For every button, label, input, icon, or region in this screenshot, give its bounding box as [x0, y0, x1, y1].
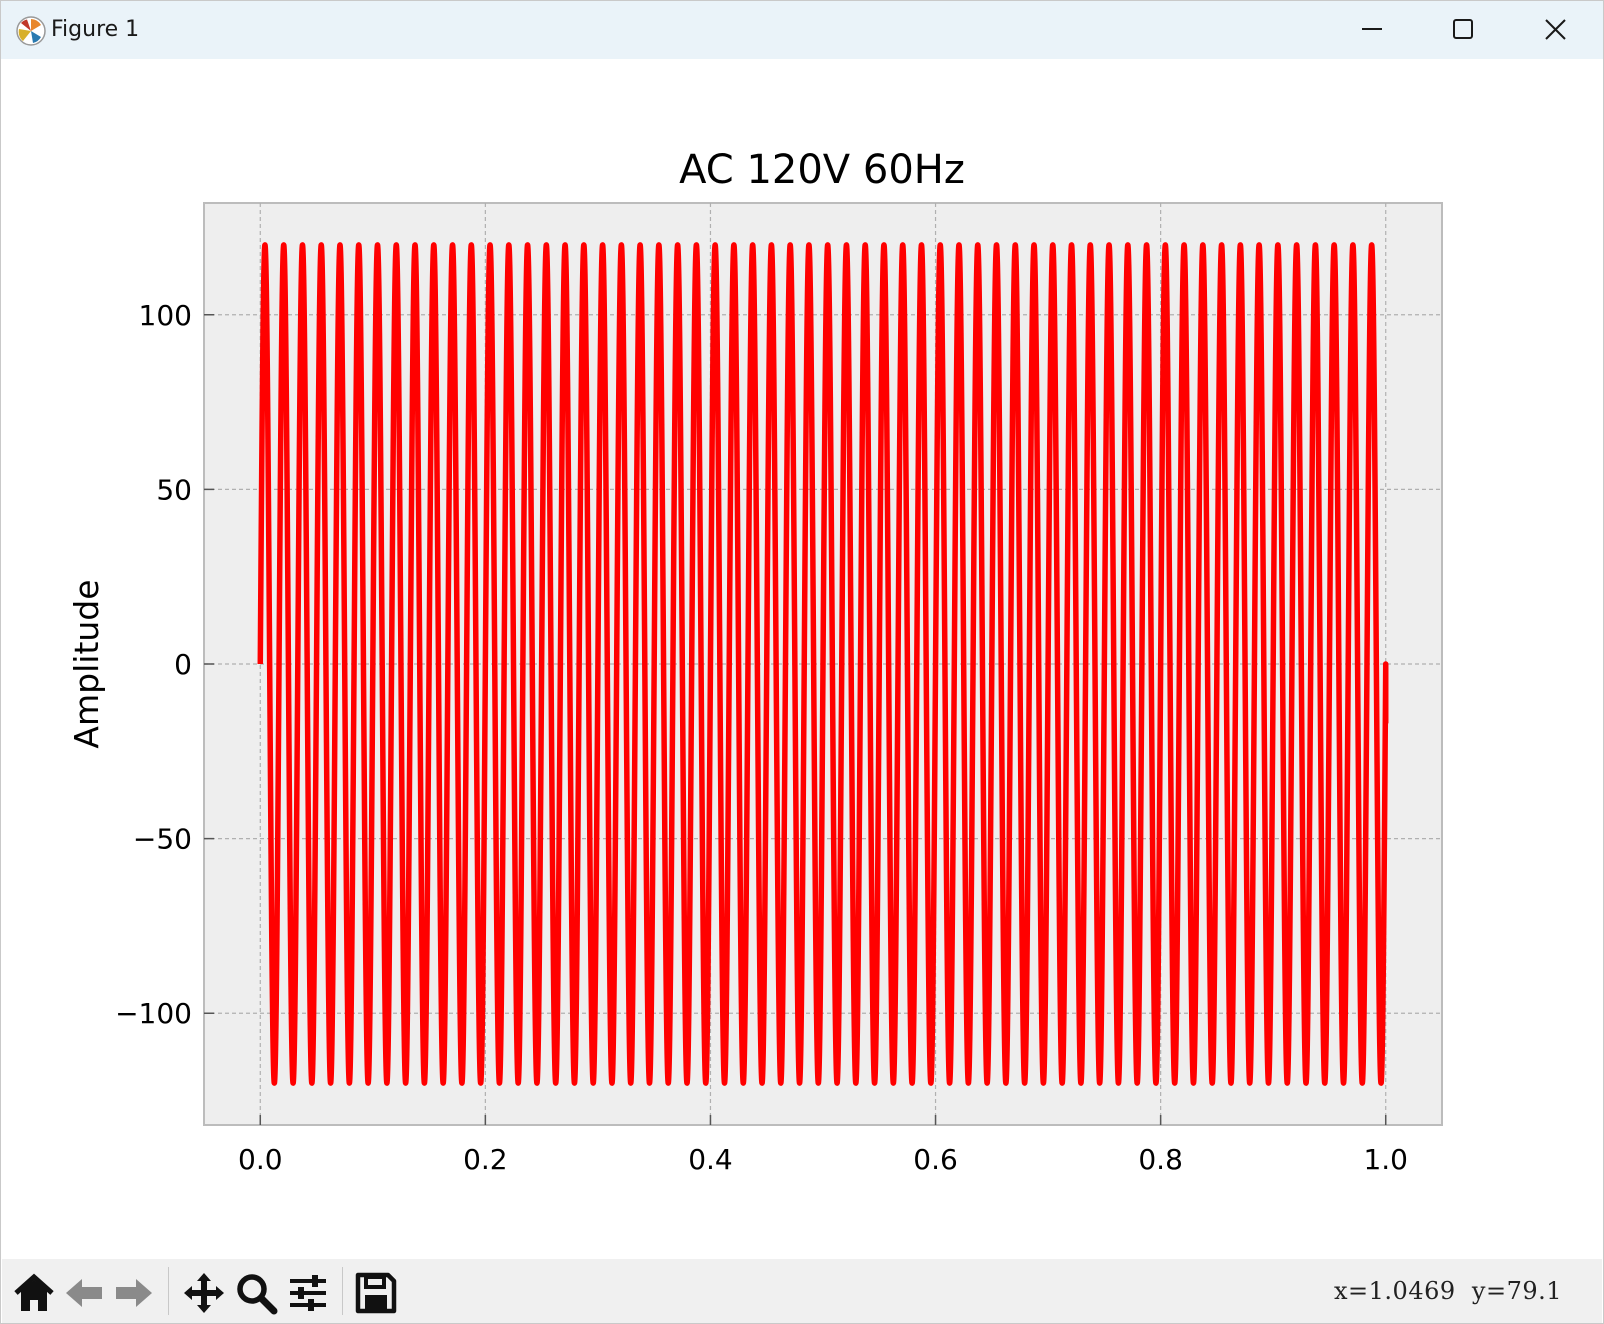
- sine-wave-series: [257, 242, 1389, 1086]
- back-button[interactable]: [60, 1265, 108, 1317]
- pan-icon: [184, 1273, 224, 1313]
- y-tick-label: 100: [139, 299, 192, 332]
- figure-canvas[interactable]: AC 120V 60Hz 0.0 0.2 0.4 0.6 0.8 1.0 −100 −50 0 5…: [2, 59, 1602, 1259]
- save-button[interactable]: [352, 1265, 400, 1317]
- maximize-button[interactable]: [1418, 1, 1510, 59]
- toolbar-separator: [342, 1267, 343, 1315]
- x-tick-label: 0.4: [688, 1143, 733, 1176]
- x-tick-label: 0.2: [463, 1143, 508, 1176]
- cursor-coordinates: x=1.0469 y=79.1: [1334, 1277, 1562, 1305]
- configure-subplots-icon: [290, 1275, 326, 1311]
- x-tick-label: 0.0: [238, 1143, 283, 1176]
- maximize-icon: [1453, 19, 1473, 39]
- y-tick-label: 0: [174, 648, 192, 681]
- toolbar-separator: [168, 1267, 169, 1315]
- x-tick-label: 0.6: [913, 1143, 958, 1176]
- chart-title: AC 120V 60Hz: [679, 147, 965, 193]
- y-axis-label: Amplitude: [67, 579, 106, 748]
- minimize-button[interactable]: [1326, 1, 1418, 59]
- configure-subplots-button[interactable]: [284, 1265, 332, 1317]
- window-title: Figure 1: [51, 17, 140, 42]
- forward-button[interactable]: [110, 1265, 158, 1317]
- forward-arrow-icon: [116, 1279, 152, 1307]
- zoom-icon: [237, 1274, 278, 1315]
- x-tick-label: 0.8: [1138, 1143, 1183, 1176]
- navigation-toolbar: x=1.0469 y=79.1: [2, 1259, 1602, 1323]
- x-tick-label: 1.0: [1363, 1143, 1408, 1176]
- y-tick-label: 50: [156, 473, 192, 506]
- back-arrow-icon: [66, 1279, 102, 1307]
- close-icon: [1545, 19, 1566, 40]
- pan-button[interactable]: [180, 1265, 228, 1317]
- y-tick-label: −50: [133, 823, 192, 856]
- zoom-button[interactable]: [232, 1265, 280, 1317]
- home-icon: [14, 1273, 54, 1311]
- minimize-icon: [1362, 28, 1382, 30]
- y-tick-label: −100: [115, 997, 192, 1030]
- matplotlib-app-icon: [16, 16, 46, 46]
- home-button[interactable]: [10, 1265, 58, 1317]
- title-bar[interactable]: Figure 1: [1, 1, 1603, 59]
- save-icon: [355, 1272, 397, 1314]
- figure-window: Figure 1 AC 120V 60Hz 0.0 0.2 0.4 0.6 0.8 1.0…: [0, 0, 1604, 1324]
- close-button[interactable]: [1510, 1, 1602, 59]
